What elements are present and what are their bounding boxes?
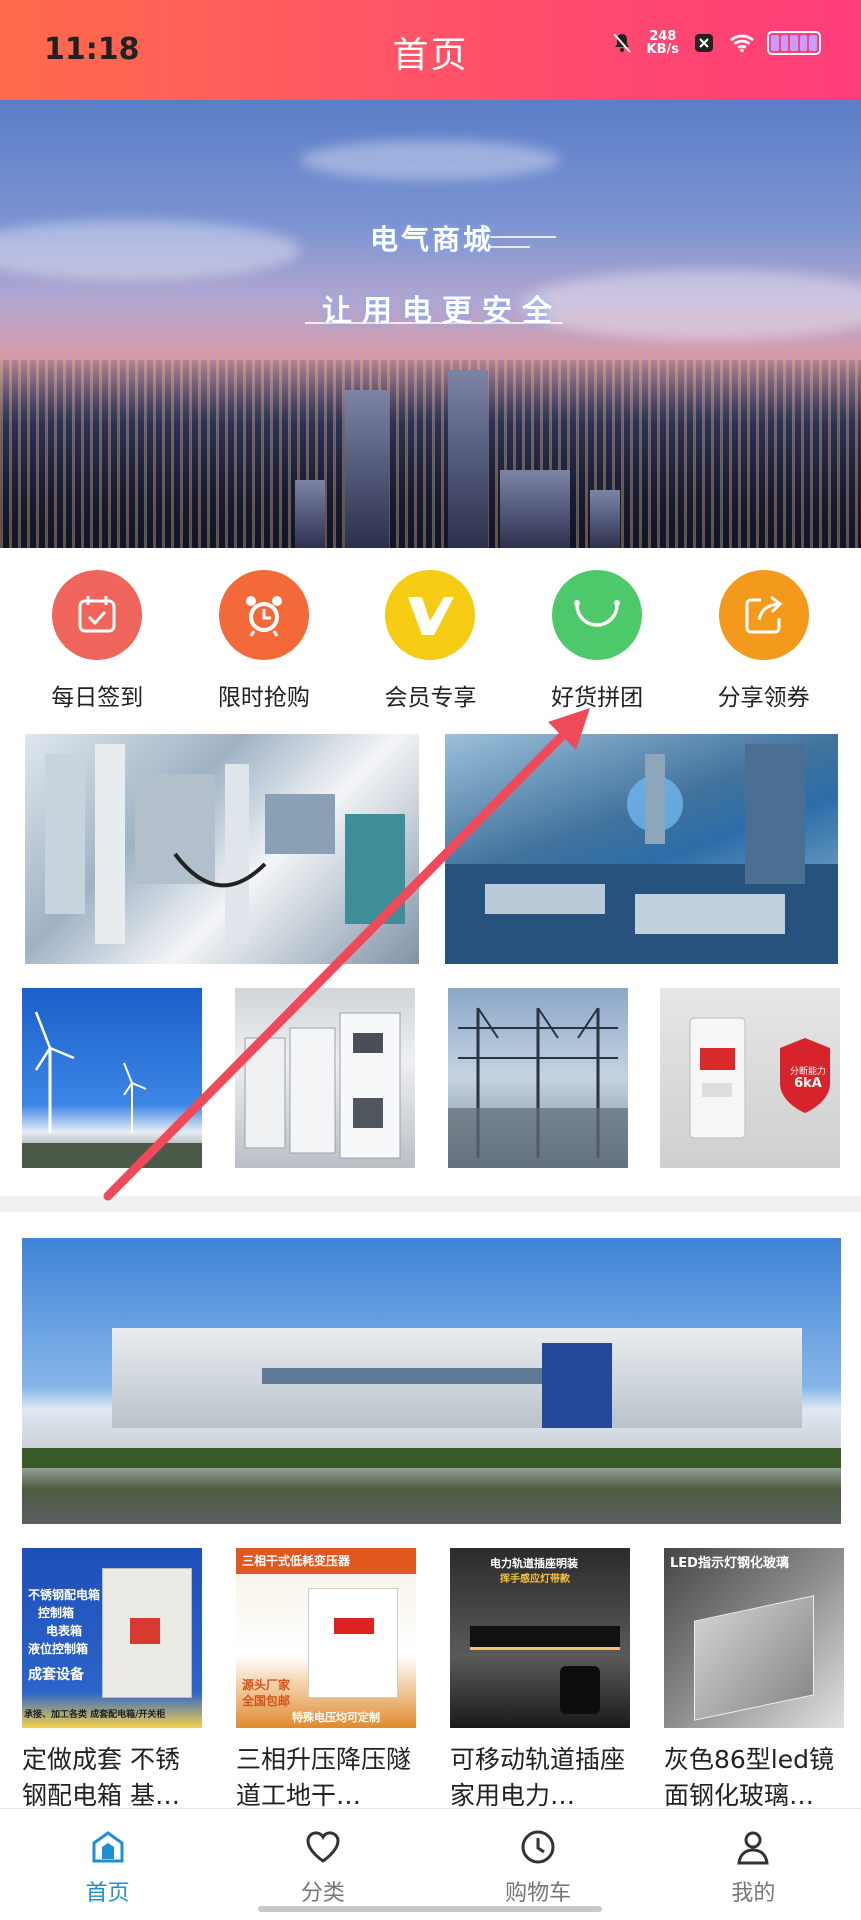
hero-subtitle: 让用电更安全	[322, 294, 562, 329]
product-image-text: 电表箱	[46, 1624, 83, 1638]
tab-home[interactable]: 首页	[0, 1809, 215, 1920]
tab-label: 购物车	[505, 1881, 572, 1906]
quick-actions-row: 每日签到 限时抢购 会员专享 好货拼团 分享领券	[0, 570, 861, 712]
tab-label: 首页	[85, 1881, 130, 1906]
product-image: LED指示灯钢化玻璃	[664, 1548, 844, 1728]
status-icons: 248 KB/s	[609, 30, 821, 56]
user-icon	[737, 1831, 770, 1865]
bottom-tab-bar: 首页 分类 购物车 我的	[0, 1808, 861, 1920]
tab-label: 我的	[731, 1881, 776, 1906]
product-title: 定做成套 不锈钢配电箱 基…	[22, 1745, 180, 1810]
tab-mine[interactable]: 我的	[646, 1809, 861, 1920]
wind-turbine-image[interactable]	[22, 988, 202, 1168]
quick-action-member-exclusive[interactable]: 会员专享	[355, 570, 505, 712]
product-card[interactable]: LED指示灯钢化玻璃 灰色86型led镜面钢化玻璃…	[664, 1548, 844, 1814]
quick-action-label: 分享领券	[717, 685, 810, 711]
sim-disabled-icon	[691, 30, 717, 56]
clock-icon	[521, 1830, 555, 1864]
quick-action-label: 好货拼团	[551, 685, 644, 711]
product-image: 不锈钢配电箱 控制箱 电表箱 液位控制箱 成套设备 承接、加工各类 成套配电箱/…	[22, 1548, 202, 1728]
net-speed: 248 KB/s	[647, 30, 679, 56]
product-image-text: 液位控制箱	[28, 1642, 89, 1656]
product-list: 不锈钢配电箱 控制箱 电表箱 液位控制箱 成套设备 承接、加工各类 成套配电箱/…	[22, 1548, 844, 1814]
product-image-text: 三相干式低耗变压器	[242, 1554, 351, 1568]
battery-icon	[767, 31, 821, 55]
product-card[interactable]: 不锈钢配电箱 控制箱 电表箱 液位控制箱 成套设备 承接、加工各类 成套配电箱/…	[22, 1548, 202, 1814]
quick-action-label: 会员专享	[384, 685, 477, 711]
tab-label: 分类	[300, 1881, 345, 1906]
net-speed-unit: KB/s	[646, 42, 679, 57]
home-icon	[92, 1831, 124, 1863]
share-icon	[718, 570, 809, 660]
substation-image[interactable]	[448, 988, 628, 1168]
header-bar: 11:18 首页 248 KB/s	[0, 0, 861, 100]
v-badge-icon	[385, 570, 476, 660]
tab-category[interactable]: 分类	[215, 1809, 430, 1920]
hero-title: 电气商城	[370, 223, 495, 256]
product-card[interactable]: 电力轨道插座明装 挥手感应灯带款 可移动轨道插座家用电力…	[450, 1548, 630, 1814]
breaker-badge-line2: 6kA	[794, 1076, 822, 1091]
quick-action-label: 每日签到	[51, 685, 144, 711]
product-image-text: 控制箱	[38, 1606, 75, 1620]
quick-action-daily-checkin[interactable]: 每日签到	[22, 570, 172, 712]
switchgear-cabinets-image[interactable]	[235, 988, 415, 1168]
alarm-clock-icon	[218, 570, 309, 660]
heart-icon	[306, 1831, 340, 1863]
product-image: 三相干式低耗变压器 源头厂家 全国包邮 特殊电压均可定制	[236, 1548, 416, 1728]
circuit-breaker-image[interactable]: 分断能力 6kA	[660, 988, 840, 1168]
quick-action-label: 限时抢购	[217, 685, 310, 711]
home-indicator[interactable]	[258, 1906, 602, 1912]
product-image-text: 特殊电压均可定制	[292, 1711, 380, 1724]
tab-cart[interactable]: 购物车	[431, 1809, 646, 1920]
product-image-text: 成套设备	[28, 1667, 84, 1683]
product-image-text: 挥手感应灯带款	[500, 1574, 570, 1585]
product-card[interactable]: 三相干式低耗变压器 源头厂家 全国包邮 特殊电压均可定制 三相升压降压隧道工地干…	[236, 1548, 416, 1814]
product-image: 电力轨道插座明装 挥手感应灯带款	[450, 1548, 630, 1728]
product-image-text: 源头厂家	[242, 1678, 291, 1692]
product-image-text: LED指示灯钢化玻璃	[670, 1556, 789, 1571]
product-title: 灰色86型led镜面钢化玻璃…	[664, 1745, 835, 1810]
product-title: 三相升压降压隧道工地干…	[236, 1745, 412, 1810]
product-title: 可移动轨道插座家用电力…	[450, 1745, 626, 1810]
factory-banner-image[interactable]	[22, 1238, 841, 1524]
quick-action-group-buy[interactable]: 好货拼团	[522, 570, 672, 712]
quick-action-share-coupon[interactable]: 分享领券	[689, 570, 839, 712]
product-image-text: 全国包邮	[242, 1694, 291, 1708]
city-skyline-image	[0, 360, 861, 548]
product-image-text: 电力轨道插座明装	[490, 1557, 578, 1570]
calendar-check-icon	[52, 570, 143, 660]
product-image-text: 不锈钢配电箱	[28, 1588, 101, 1602]
hero-banner[interactable]: 电气商城 让用电更安全	[0, 100, 861, 548]
section-divider	[0, 1196, 861, 1212]
mute-bell-icon	[609, 30, 635, 56]
robot-production-line-image[interactable]	[445, 734, 838, 964]
quick-action-flash-sale[interactable]: 限时抢购	[189, 570, 339, 712]
wifi-icon	[729, 30, 755, 56]
product-image-text: 承接、加工各类 成套配电箱/开关柜	[24, 1710, 166, 1720]
automation-equipment-image[interactable]	[25, 734, 419, 964]
smile-bag-icon	[552, 570, 643, 660]
